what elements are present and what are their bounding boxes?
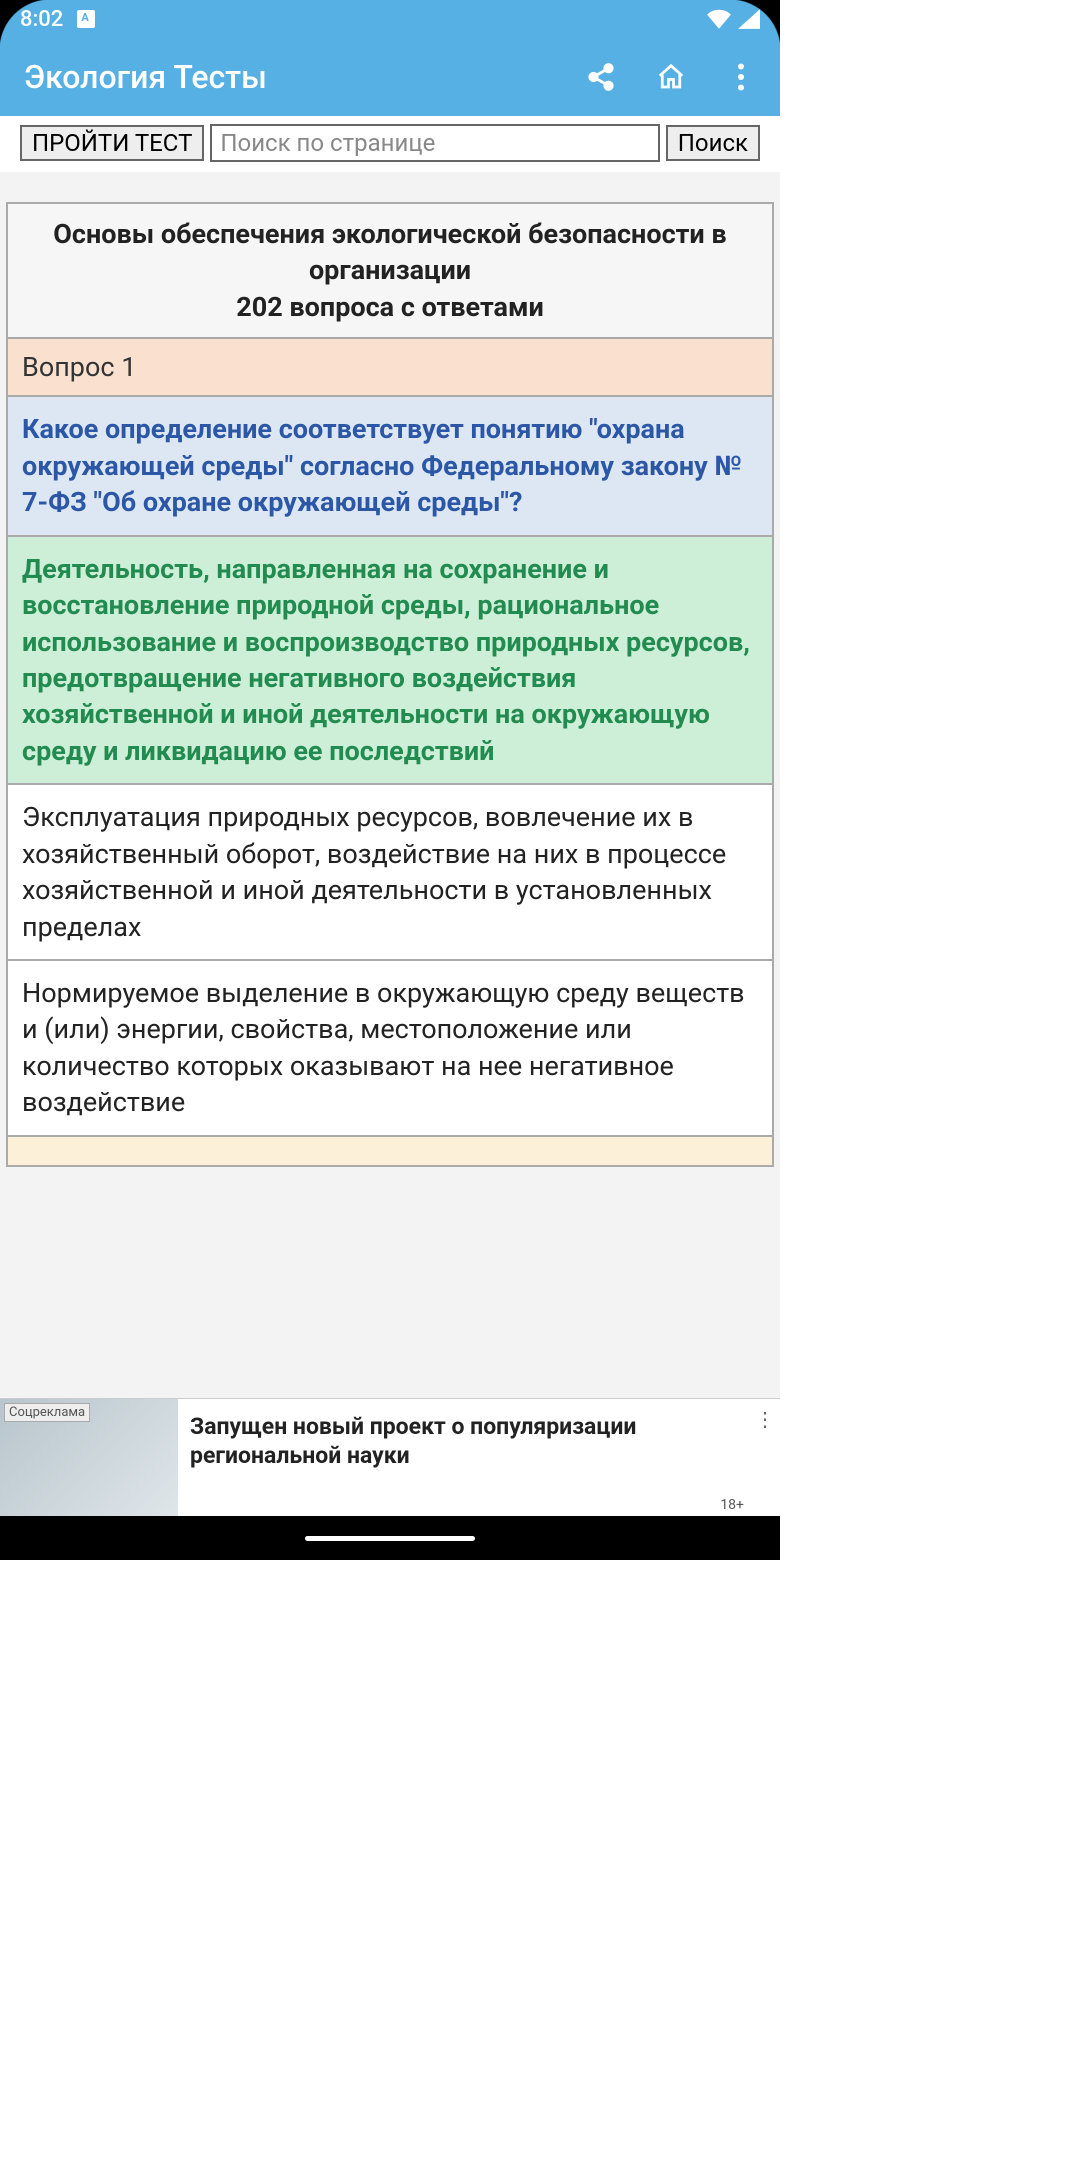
content-scroll[interactable]: Основы обеспечения экологической безопас… xyxy=(0,172,780,1516)
share-icon[interactable] xyxy=(586,62,616,92)
quiz-heading: Основы обеспечения экологической безопас… xyxy=(8,204,772,339)
search-input[interactable] xyxy=(210,124,659,162)
nav-handle[interactable] xyxy=(305,1536,475,1541)
wifi-icon xyxy=(706,9,732,29)
status-bar: 8:02 xyxy=(0,0,780,38)
toolbar: ПРОЙТИ ТЕСТ Поиск xyxy=(0,116,780,172)
ad-image: Соцреклама xyxy=(0,1399,178,1516)
question-text: Какое определение соответствует понятию … xyxy=(8,397,772,536)
app-bar: Экология Тесты xyxy=(0,38,780,116)
ad-text: Запущен новый проект о популяри­зации ре… xyxy=(178,1399,750,1516)
answer-option[interactable]: Эксплуатация природных ресурсов, вовлече… xyxy=(8,785,772,961)
heading-line: Основы обеспечения экологической безопас… xyxy=(22,216,758,289)
next-question-peek xyxy=(8,1137,772,1165)
search-button[interactable]: Поиск xyxy=(666,125,760,161)
answer-option[interactable]: Нормируемое выделение в окружающую среду… xyxy=(8,961,772,1137)
signal-icon xyxy=(738,9,760,29)
ad-banner[interactable]: Соцреклама Запущен новый проект о популя… xyxy=(0,1398,780,1516)
more-icon[interactable] xyxy=(726,62,756,92)
heading-line: 202 вопроса с ответами xyxy=(22,289,758,325)
ad-more-icon[interactable]: ⋮ xyxy=(750,1399,780,1516)
ad-age-rating: 18+ xyxy=(720,1497,744,1515)
status-time: 8:02 xyxy=(20,7,63,32)
keyboard-icon xyxy=(77,10,95,28)
quiz-card: Основы обеспечения экологической безопас… xyxy=(6,202,774,1167)
take-test-button[interactable]: ПРОЙТИ ТЕСТ xyxy=(20,125,204,161)
answer-option-correct[interactable]: Деятельность, направленная на сохранение… xyxy=(8,537,772,786)
ad-tag: Соцреклама xyxy=(4,1403,90,1422)
question-number: Вопрос 1 xyxy=(8,339,772,397)
app-title: Экология Тесты xyxy=(24,58,586,96)
system-nav-bar xyxy=(0,1516,780,1560)
home-icon[interactable] xyxy=(656,62,686,92)
